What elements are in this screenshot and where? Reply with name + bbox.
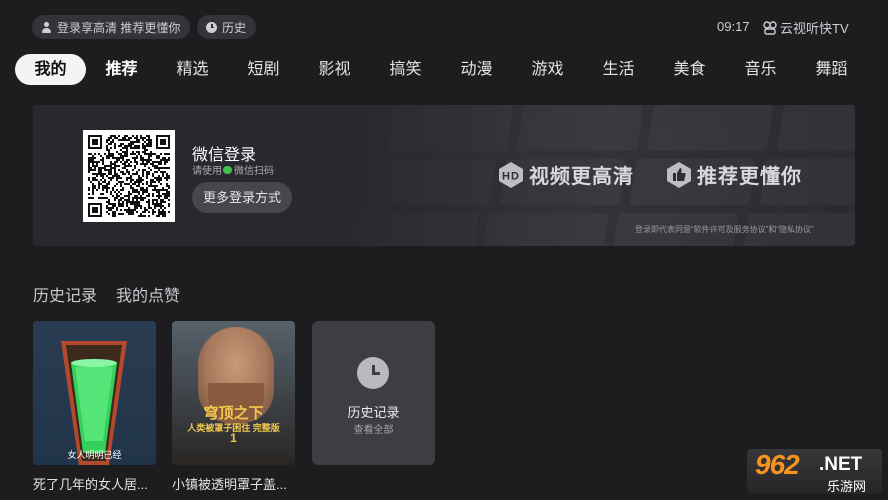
agreement-notice[interactable]: 登录即代表同意“软件许可及服务协议”和“隐私协议”	[635, 224, 814, 235]
user-icon	[41, 21, 52, 33]
history-pill[interactable]: 历史	[197, 15, 257, 39]
tab-games[interactable]: 游戏	[512, 54, 583, 85]
tab-short-drama[interactable]: 短剧	[228, 54, 299, 85]
video-thumbnail-art	[61, 341, 127, 465]
watermark-domain: .NET	[819, 454, 863, 475]
video-caption: 死了几年的女人居...	[33, 477, 148, 492]
login-prompt-pill[interactable]: 登录享高清 推荐更懂你	[32, 15, 191, 39]
poster-episode: 1	[230, 431, 237, 445]
tab-music[interactable]: 音乐	[725, 54, 796, 85]
promo-recommend-label: 推荐更懂你	[697, 166, 802, 188]
clock-icon	[357, 357, 389, 389]
wechat-login-subtitle: 请使用 微信扫码	[192, 162, 274, 177]
thumbs-up-icon	[667, 161, 691, 188]
poster-title: 穹顶之下	[203, 405, 264, 422]
subtitle-prefix: 请使用	[192, 166, 222, 177]
history-pill-label: 历史	[222, 20, 247, 35]
more-login-options-button[interactable]: 更多登录方式	[192, 182, 292, 213]
tab-life[interactable]: 生活	[583, 54, 654, 85]
brand-name: 云视听快TV	[780, 21, 849, 36]
brand: 云视听快TV	[763, 18, 849, 37]
subtitle-suffix: 微信扫码	[234, 166, 274, 177]
login-banner: 微信登录 请使用 微信扫码 更多登录方式 HD 视频更高清 推荐更懂你 登录即代…	[33, 105, 855, 246]
wechat-icon	[223, 165, 232, 174]
watermark-number: 962	[755, 449, 800, 480]
hd-badge-icon: HD	[499, 161, 523, 188]
promo-hd-label: 视频更高清	[529, 166, 634, 188]
video-overlay-text: 女人明明已经	[67, 450, 122, 460]
tab-recommend[interactable]: 推荐	[86, 54, 157, 85]
promo-recommend: 推荐更懂你	[665, 160, 802, 189]
category-tabs: 我的 推荐 精选 短剧 影视 搞笑 动漫 游戏 生活 美食 音乐 舞蹈	[15, 54, 867, 85]
promo-hd: HD 视频更高清	[497, 160, 634, 189]
tab-funny[interactable]: 搞笑	[370, 54, 441, 85]
watermark-name: 乐游网	[827, 479, 867, 494]
tab-food[interactable]: 美食	[654, 54, 725, 85]
section-tab-likes[interactable]: 我的点赞	[116, 282, 180, 306]
clock-icon	[206, 21, 217, 33]
tab-featured[interactable]: 精选	[157, 54, 228, 85]
site-watermark: 962 .NET 乐游网	[747, 449, 882, 494]
history-tile-title: 历史记录	[347, 405, 400, 420]
history-video-card[interactable]: 女人明明已经	[33, 321, 156, 465]
login-prompt-label: 登录享高清 推荐更懂你	[57, 20, 181, 35]
tab-movies[interactable]: 影视	[299, 54, 370, 85]
section-tab-history[interactable]: 历史记录	[33, 282, 97, 306]
tab-mine[interactable]: 我的	[15, 54, 86, 85]
history-tile-subtitle: 查看全部	[353, 425, 394, 436]
clock-time: 09:17	[717, 19, 750, 34]
video-caption: 小镇被透明罩子盖...	[172, 477, 287, 492]
view-all-history-tile[interactable]: 历史记录 查看全部	[312, 321, 435, 465]
tab-anime[interactable]: 动漫	[441, 54, 512, 85]
history-video-card[interactable]: 穹顶之下 人类被罩子困住 完整版 1	[172, 321, 295, 465]
svg-text:HD: HD	[502, 170, 520, 182]
tab-dance[interactable]: 舞蹈	[796, 54, 867, 85]
qr-code-pattern	[88, 135, 170, 217]
wechat-qr-code	[83, 130, 175, 222]
brand-logo-icon	[763, 20, 777, 35]
